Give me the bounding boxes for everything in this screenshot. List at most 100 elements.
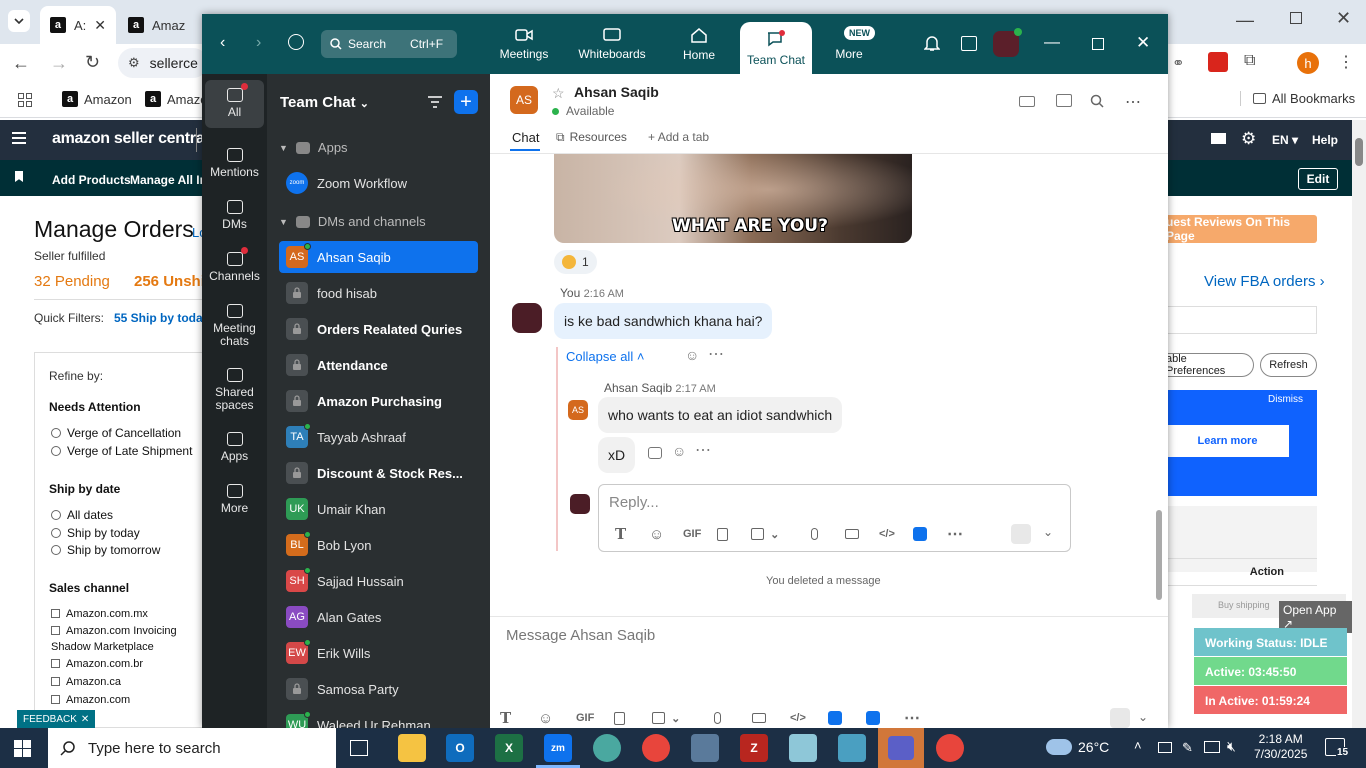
conversation-item[interactable]: Attendance <box>279 349 478 381</box>
screenshot-icon[interactable]: ⌄ <box>751 528 811 541</box>
conversation-item[interactable]: BL Bob Lyon <box>279 529 478 561</box>
chrome-icon-2[interactable] <box>936 734 964 762</box>
weather-cloud-icon[interactable] <box>1046 739 1072 755</box>
emoji-icon[interactable]: ☺ <box>649 526 683 543</box>
filter-channel-invoicing[interactable]: Amazon.com Invoicing <box>51 625 177 637</box>
back-icon[interactable]: ← <box>12 53 30 74</box>
filter-verge-late[interactable]: Verge of Late Shipment <box>51 444 192 458</box>
my-avatar[interactable] <box>993 28 1022 57</box>
history-icon[interactable] <box>288 34 304 50</box>
reply-message-bubble[interactable]: who wants to eat an idiot sandwhich <box>598 397 843 433</box>
minimize-window-icon[interactable]: — <box>1236 10 1254 31</box>
meme-image[interactable]: WHAT ARE YOU? <box>554 154 912 243</box>
reply-avatar[interactable]: AS <box>568 400 588 420</box>
code-snippet-icon[interactable]: </> <box>790 712 828 724</box>
forward-icon[interactable]: › <box>256 34 261 52</box>
add-reaction-icon[interactable]: ☺ <box>685 347 699 363</box>
add-tab-button[interactable]: + Add a tab <box>648 130 709 144</box>
excel-icon[interactable]: X <box>495 734 523 762</box>
send-options-chevron-icon[interactable]: ⌄ <box>1043 525 1053 539</box>
forward-icon[interactable]: → <box>50 53 68 74</box>
my-message-avatar[interactable] <box>512 303 542 333</box>
tab-whiteboards[interactable]: Whiteboards <box>574 14 650 74</box>
app-icon-3[interactable] <box>838 734 866 762</box>
screenshot-icon[interactable]: ⌄ <box>652 712 714 725</box>
add-reaction-icon[interactable]: ☺ <box>672 443 686 459</box>
table-preferences-button[interactable]: able Preferences <box>1166 353 1254 377</box>
feedback-button[interactable]: FEEDBACK ✕ <box>17 710 96 728</box>
restore-window-icon[interactable] <box>1290 12 1302 24</box>
app-icon-2[interactable] <box>789 734 817 762</box>
file-explorer-icon[interactable] <box>398 734 426 762</box>
bookmark-amazon-2[interactable]: a Amazo <box>145 91 207 107</box>
reload-icon[interactable]: ↻ <box>85 52 100 73</box>
conversation-item[interactable]: Amazon Purchasing <box>279 385 478 417</box>
zoom-search[interactable]: Search Ctrl+F <box>321 30 457 58</box>
browser-tab-active[interactable]: a A: ✕ <box>40 6 116 44</box>
rail-mentions[interactable]: Mentions <box>205 140 264 188</box>
format-text-icon[interactable]: T <box>615 525 649 543</box>
send-options-chevron-icon[interactable]: ⌄ <box>1138 710 1148 724</box>
message-input[interactable]: Message Ahsan Saqib <box>506 627 655 644</box>
tab-chat[interactable]: Chat <box>512 130 539 145</box>
microphone-icon[interactable] <box>714 712 752 724</box>
rail-all[interactable]: All <box>205 80 264 128</box>
reply-icon[interactable] <box>648 447 662 459</box>
gif-button[interactable]: GIF <box>683 528 717 540</box>
app-icon[interactable] <box>828 711 866 725</box>
conversation-item[interactable]: AG Alan Gates <box>279 601 478 633</box>
rail-dms[interactable]: DMs <box>205 192 264 240</box>
clock[interactable]: 2:18 AM 7/30/2025 <box>1254 732 1307 762</box>
hamburger-menu-icon[interactable] <box>12 132 26 134</box>
microphone-icon[interactable] <box>811 528 845 540</box>
filezilla-icon[interactable]: Z <box>740 734 768 762</box>
format-text-icon[interactable]: T <box>500 709 538 727</box>
address-bar[interactable]: ⚙ sellerce <box>118 48 208 78</box>
profile-avatar[interactable]: h <box>1297 52 1319 74</box>
volume-muted-icon[interactable]: 🔇︎ <box>1227 738 1236 755</box>
file-icon[interactable] <box>614 711 652 725</box>
conversation-item[interactable]: food hisab <box>279 277 478 309</box>
seller-central-logo[interactable]: amazon seller central <box>52 130 209 148</box>
tab-home[interactable]: Home <box>676 14 722 74</box>
conversation-item[interactable]: Orders Realated Quries <box>279 313 478 345</box>
bookmark-icon[interactable] <box>15 171 23 182</box>
help-link[interactable]: Help <box>1312 133 1338 147</box>
refresh-button[interactable]: Refresh <box>1260 353 1317 377</box>
notifications-bell-icon[interactable] <box>924 35 940 52</box>
task-view-icon[interactable] <box>350 740 368 756</box>
star-icon[interactable]: ☆ <box>552 85 565 102</box>
share-screen-icon[interactable] <box>1056 94 1072 107</box>
filter-all-dates[interactable]: All dates <box>51 508 113 522</box>
view-fba-orders-link[interactable]: View FBA orders › <box>1204 273 1325 290</box>
pen-icon[interactable]: ✎ <box>1182 740 1193 756</box>
bookmark-amazon[interactable]: a Amazon <box>62 91 132 107</box>
tab-more[interactable]: NEW More <box>828 14 875 74</box>
filter-ship-tomorrow[interactable]: Ship by tomorrow <box>51 543 160 557</box>
network-icon[interactable] <box>1158 742 1172 753</box>
rail-more[interactable]: More <box>205 476 264 524</box>
close-tab-icon[interactable]: ✕ <box>94 17 106 34</box>
more-icon[interactable]: ⋯ <box>947 524 981 544</box>
filter-channel-mx[interactable]: Amazon.com.mx <box>51 608 148 620</box>
unshipped-tab[interactable]: 256 Unshi <box>134 273 205 290</box>
rail-meeting-chats[interactable]: Meeting chats <box>205 296 264 356</box>
contact-avatar[interactable]: AS <box>510 86 538 114</box>
reply-composer[interactable]: Reply... T ☺ GIF ⌄ </> ⋯ ⌄ <box>598 484 1071 552</box>
edit-nav-button[interactable]: Edit <box>1298 168 1338 190</box>
browser-tab[interactable]: a Amaz <box>118 6 202 44</box>
filter-channel-ca[interactable]: Amazon.ca <box>51 676 121 688</box>
nav-add-products[interactable]: Add Products <box>52 173 131 187</box>
video-message-icon[interactable] <box>845 529 879 539</box>
chrome-icon[interactable] <box>642 734 670 762</box>
my-message-bubble[interactable]: is ke bad sandwhich khana hai? <box>554 303 773 339</box>
outlook-icon[interactable]: O <box>446 734 474 762</box>
video-message-icon[interactable] <box>752 713 790 723</box>
close-icon[interactable]: ✕ <box>1136 33 1150 53</box>
contact-name[interactable]: Ahsan Saqib <box>574 84 659 100</box>
close-window-icon[interactable]: ✕ <box>1336 8 1351 29</box>
app-icon-2[interactable] <box>866 711 904 725</box>
rail-shared-spaces[interactable]: Shared spaces <box>205 360 264 420</box>
extension-icon[interactable]: ⚭ <box>1172 54 1185 72</box>
apps-grid-icon[interactable] <box>18 93 32 107</box>
